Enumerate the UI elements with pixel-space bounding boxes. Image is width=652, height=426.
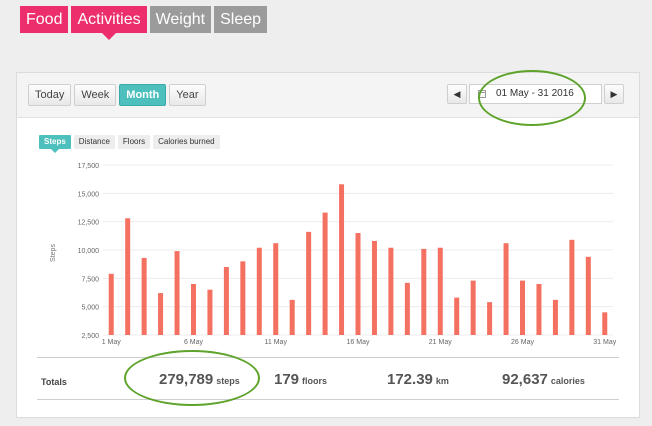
date-navigator: ◀ 01 May - 31 2016 ▶	[447, 84, 624, 104]
tab-food[interactable]: Food	[20, 6, 69, 33]
steps-bar[interactable]	[306, 231, 312, 335]
calendar-icon	[478, 90, 486, 98]
total-distance-value: 172.39	[387, 371, 433, 388]
tab-weight[interactable]: Weight	[149, 6, 212, 33]
steps-bar[interactable]	[602, 312, 608, 335]
steps-bar[interactable]	[322, 212, 328, 335]
steps-bar[interactable]	[174, 251, 180, 335]
tab-activities[interactable]: Activities	[71, 6, 147, 40]
x-tick-label: 11 May	[265, 339, 288, 346]
total-steps-value: 279,789	[159, 371, 214, 388]
steps-bar[interactable]	[339, 184, 345, 335]
total-steps-unit: steps	[216, 376, 240, 386]
steps-bar[interactable]	[585, 256, 591, 335]
steps-bar[interactable]	[520, 280, 526, 335]
x-tick-label: 6 May	[184, 339, 204, 346]
metric-tab-distance[interactable]: Distance	[73, 135, 115, 149]
metric-tab-steps[interactable]: Steps	[39, 135, 71, 153]
metric-tab-floors[interactable]: Floors	[117, 135, 151, 149]
steps-bar[interactable]	[536, 284, 542, 335]
date-range-text: 01 May - 31 2016	[496, 88, 574, 99]
totals-bottom-divider	[37, 399, 619, 400]
range-week-button[interactable]: Week	[74, 84, 117, 106]
activities-panel: Today Week Month Year ◀ 01 May - 31 2016…	[16, 72, 640, 418]
steps-bar[interactable]	[470, 280, 476, 335]
metric-tabs: Steps Distance Floors Calories burned	[39, 135, 220, 153]
x-tick-label: 26 May	[511, 339, 534, 346]
steps-bar[interactable]	[487, 302, 493, 335]
totals-top-divider	[37, 357, 619, 358]
steps-bar[interactable]	[569, 239, 575, 335]
total-calories-value: 92,637	[502, 371, 548, 388]
steps-bar[interactable]	[207, 289, 213, 335]
steps-bar[interactable]	[108, 273, 114, 335]
y-tick-label: 5,000	[81, 305, 99, 312]
y-tick-label: 2,500	[81, 333, 99, 340]
steps-bar[interactable]	[421, 248, 427, 335]
x-tick-label: 16 May	[347, 339, 370, 346]
x-tick-label: 21 May	[429, 339, 452, 346]
total-floors-value: 179	[274, 371, 300, 388]
range-today-button[interactable]: Today	[28, 84, 72, 106]
steps-bar[interactable]	[240, 261, 246, 335]
y-tick-label: 17,500	[78, 163, 100, 170]
metric-tab-calories[interactable]: Calories burned	[153, 135, 220, 149]
x-tick-label: 1 May	[102, 339, 122, 346]
total-floors-unit: floors	[302, 376, 328, 386]
panel-header: Today Week Month Year ◀ 01 May - 31 2016…	[17, 73, 639, 118]
steps-bar[interactable]	[223, 267, 229, 335]
range-tabs: Today Week Month Year	[28, 84, 206, 106]
tab-sleep[interactable]: Sleep	[214, 6, 268, 33]
steps-chart: 2,5005,0007,50010,00012,50015,00017,500 …	[50, 163, 617, 346]
steps-bar[interactable]	[190, 284, 196, 335]
steps-bar[interactable]	[388, 247, 394, 335]
steps-bar[interactable]	[437, 247, 443, 335]
total-calories: 92,637 calories	[502, 371, 585, 389]
total-distance-unit: km	[435, 376, 449, 386]
steps-bar[interactable]	[355, 233, 361, 335]
total-calories-unit: calories	[550, 376, 585, 386]
steps-bar[interactable]	[503, 243, 509, 335]
steps-bar[interactable]	[158, 293, 164, 335]
steps-bar[interactable]	[404, 282, 410, 335]
steps-bar[interactable]	[454, 297, 460, 335]
prev-period-button[interactable]: ◀	[447, 84, 467, 104]
steps-bar[interactable]	[125, 218, 131, 335]
total-distance: 172.39 km	[387, 371, 449, 389]
range-month-button[interactable]: Month	[119, 84, 167, 106]
total-steps: 279,789 steps	[159, 371, 240, 389]
steps-bar[interactable]	[141, 257, 147, 335]
steps-bar[interactable]	[552, 299, 558, 335]
steps-bar[interactable]	[371, 240, 377, 335]
y-tick-label: 15,000	[78, 191, 100, 198]
total-floors: 179 floors	[274, 371, 327, 389]
y-axis-label: Steps	[50, 244, 57, 262]
range-year-button[interactable]: Year	[169, 84, 206, 106]
date-range-field[interactable]: 01 May - 31 2016	[469, 84, 602, 104]
y-tick-label: 12,500	[78, 220, 100, 227]
category-tabs: Food Activities Weight Sleep	[20, 6, 268, 40]
steps-bar[interactable]	[256, 247, 262, 335]
x-tick-label: 31 May	[593, 339, 616, 346]
next-period-button[interactable]: ▶	[604, 84, 624, 104]
steps-bar[interactable]	[273, 243, 279, 335]
y-tick-label: 7,500	[81, 276, 99, 283]
totals-label: Totals	[41, 377, 67, 387]
y-tick-label: 10,000	[78, 248, 100, 255]
steps-bar[interactable]	[289, 299, 295, 335]
